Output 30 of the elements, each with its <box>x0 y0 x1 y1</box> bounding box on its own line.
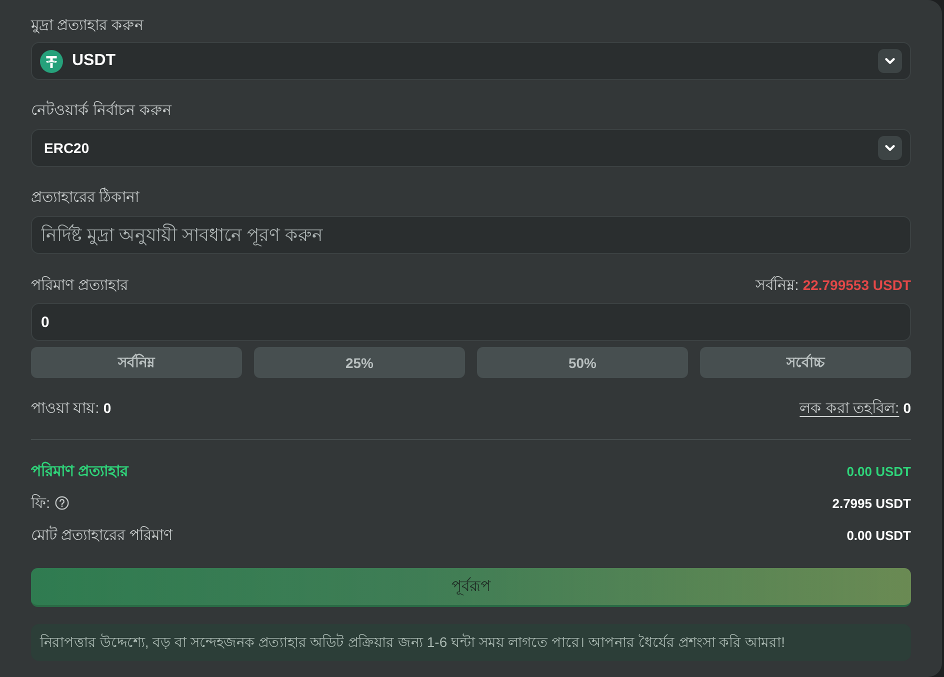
currency-select[interactable]: USDT <box>31 42 911 80</box>
summary-value: 0.00 USDT <box>846 464 911 478</box>
available-label: পাওয়া যায়: <box>31 398 100 418</box>
amount-preset-button[interactable]: 25% <box>254 347 465 378</box>
amount-input[interactable]: 0 <box>31 303 911 341</box>
coin-icon <box>40 50 63 72</box>
chevron-down-icon[interactable] <box>878 136 902 160</box>
summary-label: ফি: <box>31 493 50 514</box>
summary-label: পরিমাণ প্রত্যাহার <box>31 460 128 482</box>
minimum-label: সর্বনিম্ন: <box>756 275 799 296</box>
amount-preset-button[interactable]: সর্বনিম্ন <box>31 347 242 378</box>
security-notice: নিরাপত্তার উদ্দেশ্যে, বড় বা সন্দেহজনক প্রত্যাহার অডিট প্রক্রিয়ার জন্য 1-6 ঘন্টা সময় লাগতে পারে। আপনার ধৈর্যের প্রশংসা করি আমরা! <box>31 624 911 661</box>
preview-button[interactable]: পূর্বরূপ <box>31 568 911 607</box>
summary-label: মোট প্রত্যাহারের পরিমাণ <box>31 524 172 546</box>
network-select[interactable]: ERC20 <box>31 129 911 167</box>
field-label: মুদ্রা প্রত্যাহার করুন <box>31 17 144 34</box>
summary-value: 0.00 USDT <box>846 528 911 542</box>
locked-amount: 0 <box>903 400 911 416</box>
field-label: প্রত্যাহারের ঠিকানা <box>31 189 140 206</box>
locked-funds-link[interactable]: লক করা তহবিল: <box>800 396 900 420</box>
address-input[interactable]: নির্দিষ্ট মুদ্রা অনুযায়ী সাবধানে পূরণ করুন <box>31 216 911 254</box>
help-icon[interactable] <box>55 496 70 510</box>
amount-preset-button[interactable]: 50% <box>477 347 688 378</box>
summary-value: 2.7995 USDT <box>832 496 911 510</box>
chevron-down-icon[interactable] <box>878 49 902 73</box>
field-label: নেটওয়ার্ক নির্বাচন করুন <box>31 102 172 119</box>
minimum-amount: 22.799553 USDT <box>802 277 911 293</box>
field-label: পরিমাণ প্রত্যাহার <box>31 275 128 296</box>
available-amount: 0 <box>103 400 112 416</box>
amount-preset-button[interactable]: সর্বোচ্চ <box>700 347 911 378</box>
